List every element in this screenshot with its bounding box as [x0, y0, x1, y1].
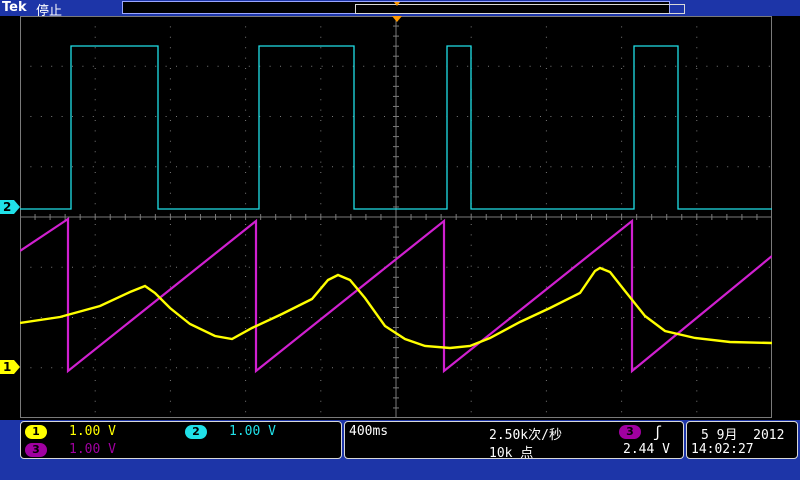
brand-logo: Tek — [2, 0, 27, 15]
ch1-scale: 1.00 V — [69, 424, 116, 439]
sample-rate: 2.50k次/秒 — [489, 428, 562, 443]
ch1-marker-label: 1 — [3, 360, 12, 374]
trigger-level: 2.44 V — [623, 442, 670, 457]
timebase-trigger-panel[interactable]: 400ms 2.50k次/秒 10k 点 3 ʃ 2.44 V — [344, 421, 684, 461]
ch2-marker-label: 2 — [3, 200, 12, 214]
ch2-badge[interactable]: 2 — [185, 425, 207, 439]
trigger-slope-icon: ʃ — [653, 423, 663, 441]
trigger-time-marker-icon — [392, 16, 402, 22]
ch2-scale: 1.00 V — [229, 424, 276, 439]
horizontal-scale: 400ms — [349, 424, 389, 439]
trigger-position-icon — [394, 2, 400, 6]
waveform-graticule — [19, 15, 773, 418]
bottom-readout-bar: 1 1.00 V 2 1.00 V 3 1.00 V 400ms 2.50k次/… — [0, 420, 800, 480]
channel-scale-panel[interactable]: 1 1.00 V 2 1.00 V 3 1.00 V — [20, 421, 342, 459]
ch3-scale: 1.00 V — [69, 442, 116, 457]
datetime-panel: 5 9月 2012 14:02:27 — [686, 421, 798, 459]
ch1-badge[interactable]: 1 — [25, 425, 47, 439]
time-readout: 14:02:27 — [691, 442, 754, 457]
record-overview-bar[interactable] — [122, 1, 685, 14]
ch3-badge[interactable]: 3 — [25, 443, 47, 457]
waveform-display[interactable] — [19, 15, 773, 418]
top-status-bar: Tek 停止 — [0, 0, 800, 19]
date-readout: 5 9月 2012 — [701, 428, 785, 443]
record-length: 10k 点 — [489, 446, 534, 461]
record-view-window[interactable] — [355, 4, 685, 14]
trigger-source-badge[interactable]: 3 — [619, 425, 641, 439]
graticule-grid — [19, 15, 773, 418]
